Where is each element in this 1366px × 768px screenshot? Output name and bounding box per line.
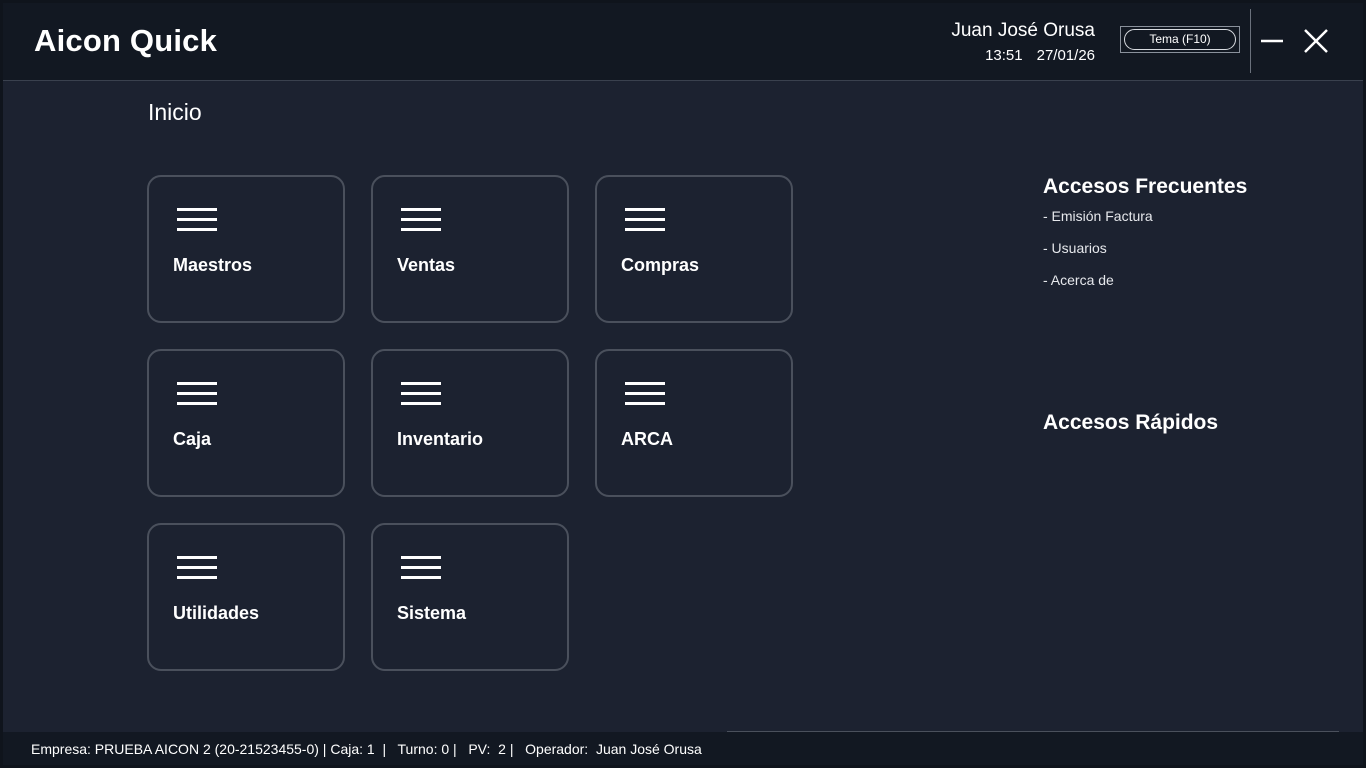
tile-utilidades[interactable]: Utilidades <box>147 523 345 671</box>
tile-label: Maestros <box>173 255 253 275</box>
user-name: Juan José Orusa <box>951 20 1095 41</box>
minimize-icon <box>1261 39 1283 43</box>
menu-icon <box>401 382 441 405</box>
date-time: 13:51 27/01/26 <box>985 47 1095 64</box>
minimize-button[interactable] <box>1259 28 1285 54</box>
menu-icon <box>177 208 217 231</box>
tile-sistema[interactable]: Sistema <box>371 523 569 671</box>
theme-toggle-button[interactable]: Tema (F10) <box>1124 29 1236 50</box>
tile-label: Utilidades <box>173 603 260 623</box>
tile-label: ARCA <box>621 429 673 449</box>
page-title: Inicio <box>148 99 202 125</box>
frequent-link-usuarios[interactable]: - Usuarios <box>1043 240 1107 256</box>
clock-time: 13:51 <box>985 47 1023 64</box>
quick-access-heading: Accesos Rápidos <box>1043 411 1219 434</box>
tile-label: Compras <box>621 255 700 275</box>
tile-caja[interactable]: Caja <box>147 349 345 497</box>
tile-maestros[interactable]: Maestros <box>147 175 345 323</box>
menu-icon <box>401 556 441 579</box>
tile-label: Sistema <box>397 603 467 623</box>
clock-date: 27/01/26 <box>1036 47 1095 64</box>
tile-compras[interactable]: Compras <box>595 175 793 323</box>
tile-label: Ventas <box>397 255 456 275</box>
frequent-link-acerca-de[interactable]: - Acerca de <box>1043 272 1114 288</box>
frequent-access-heading: Accesos Frecuentes <box>1043 175 1248 198</box>
menu-icon <box>625 382 665 405</box>
tile-inventario[interactable]: Inventario <box>371 349 569 497</box>
tile-label: Inventario <box>397 429 484 449</box>
title-bar: Aicon Quick Juan José Orusa 13:51 27/01/2… <box>3 3 1363 81</box>
menu-icon <box>625 208 665 231</box>
frequent-link-emision-factura[interactable]: - Emisión Factura <box>1043 208 1153 224</box>
tile-label: Caja <box>173 429 212 449</box>
close-icon <box>1304 29 1328 53</box>
theme-button-frame: Tema (F10) <box>1120 26 1240 53</box>
tile-ventas[interactable]: Ventas <box>371 175 569 323</box>
status-text: Empresa: PRUEBA AICON 2 (20-21523455-0) … <box>31 741 702 757</box>
tile-arca[interactable]: ARCA <box>595 349 793 497</box>
menu-icon <box>177 556 217 579</box>
app-window: Aicon Quick Juan José Orusa 13:51 27/01/2… <box>0 0 1366 768</box>
header-divider <box>1250 9 1251 73</box>
close-button[interactable] <box>1302 27 1330 55</box>
menu-icon <box>401 208 441 231</box>
menu-icon <box>177 382 217 405</box>
app-title: Aicon Quick <box>34 23 218 58</box>
status-bar: Empresa: PRUEBA AICON 2 (20-21523455-0) … <box>3 732 1363 765</box>
